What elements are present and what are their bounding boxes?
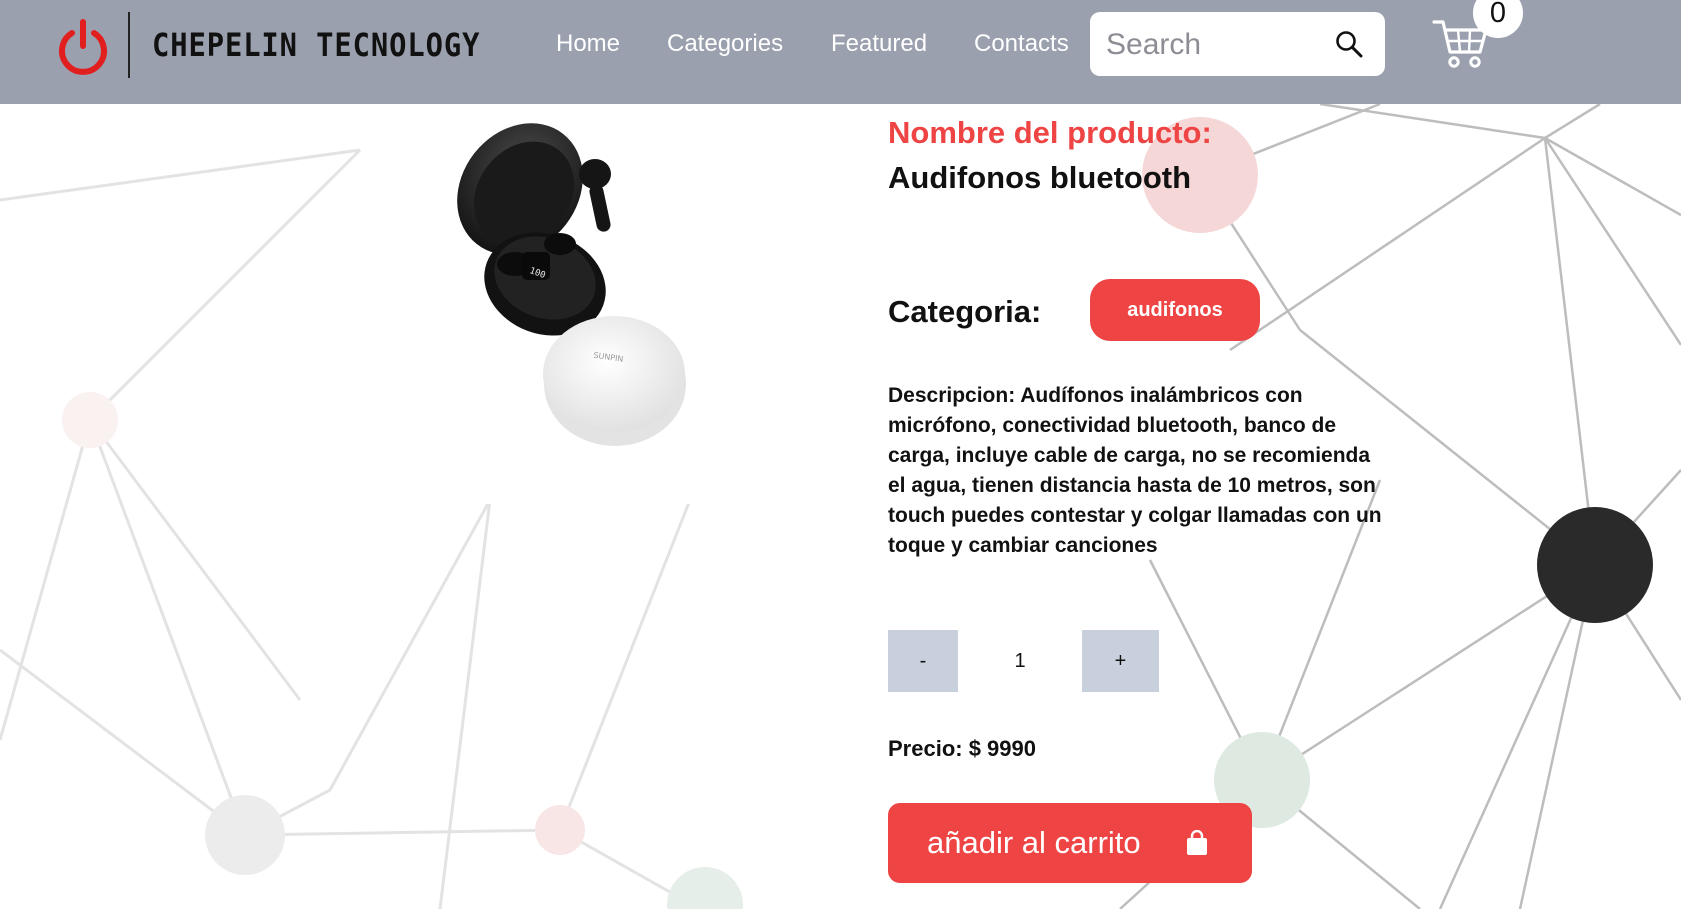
search-icon[interactable] — [1334, 29, 1364, 59]
earbuds-image: 100 SUNPIN — [457, 123, 686, 446]
nav-home[interactable]: Home — [556, 30, 620, 58]
site-header: CHEPELIN TECNOLOGY Home Categories Featu… — [0, 0, 1681, 104]
search-box — [1090, 12, 1385, 76]
shopping-bag-icon — [1187, 830, 1207, 855]
brand-name[interactable]: CHEPELIN TECNOLOGY — [152, 26, 480, 64]
product-name-value: Audifonos bluetooth — [888, 160, 1192, 195]
nav-contacts[interactable]: Contacts — [974, 30, 1069, 58]
increase-quantity-button[interactable]: + — [1082, 630, 1159, 692]
nav-categories[interactable]: Categories — [667, 30, 783, 58]
add-to-cart-button[interactable]: añadir al carrito — [888, 803, 1252, 883]
category-badge[interactable]: audifonos — [1090, 279, 1260, 341]
product-name: Nombre del producto: Audifonos bluetooth — [888, 110, 1248, 200]
nav-featured[interactable]: Featured — [831, 30, 927, 58]
add-to-cart-label: añadir al carrito — [927, 825, 1141, 860]
category-label: Categoria: — [888, 294, 1042, 329]
quantity-value: 1 — [1014, 650, 1026, 672]
decrease-quantity-button[interactable]: - — [888, 630, 958, 692]
product-name-label: Nombre del producto: — [888, 115, 1212, 150]
background-network-pattern — [0, 102, 1681, 909]
product-price: Precio: $ 9990 — [888, 736, 1036, 761]
search-input[interactable] — [1104, 22, 1328, 68]
brand-divider — [128, 12, 130, 78]
product-image: 100 SUNPIN — [390, 104, 790, 504]
product-description: Descripcion: Audífonos inalámbricos con … — [888, 384, 1382, 557]
power-icon[interactable] — [57, 18, 109, 76]
